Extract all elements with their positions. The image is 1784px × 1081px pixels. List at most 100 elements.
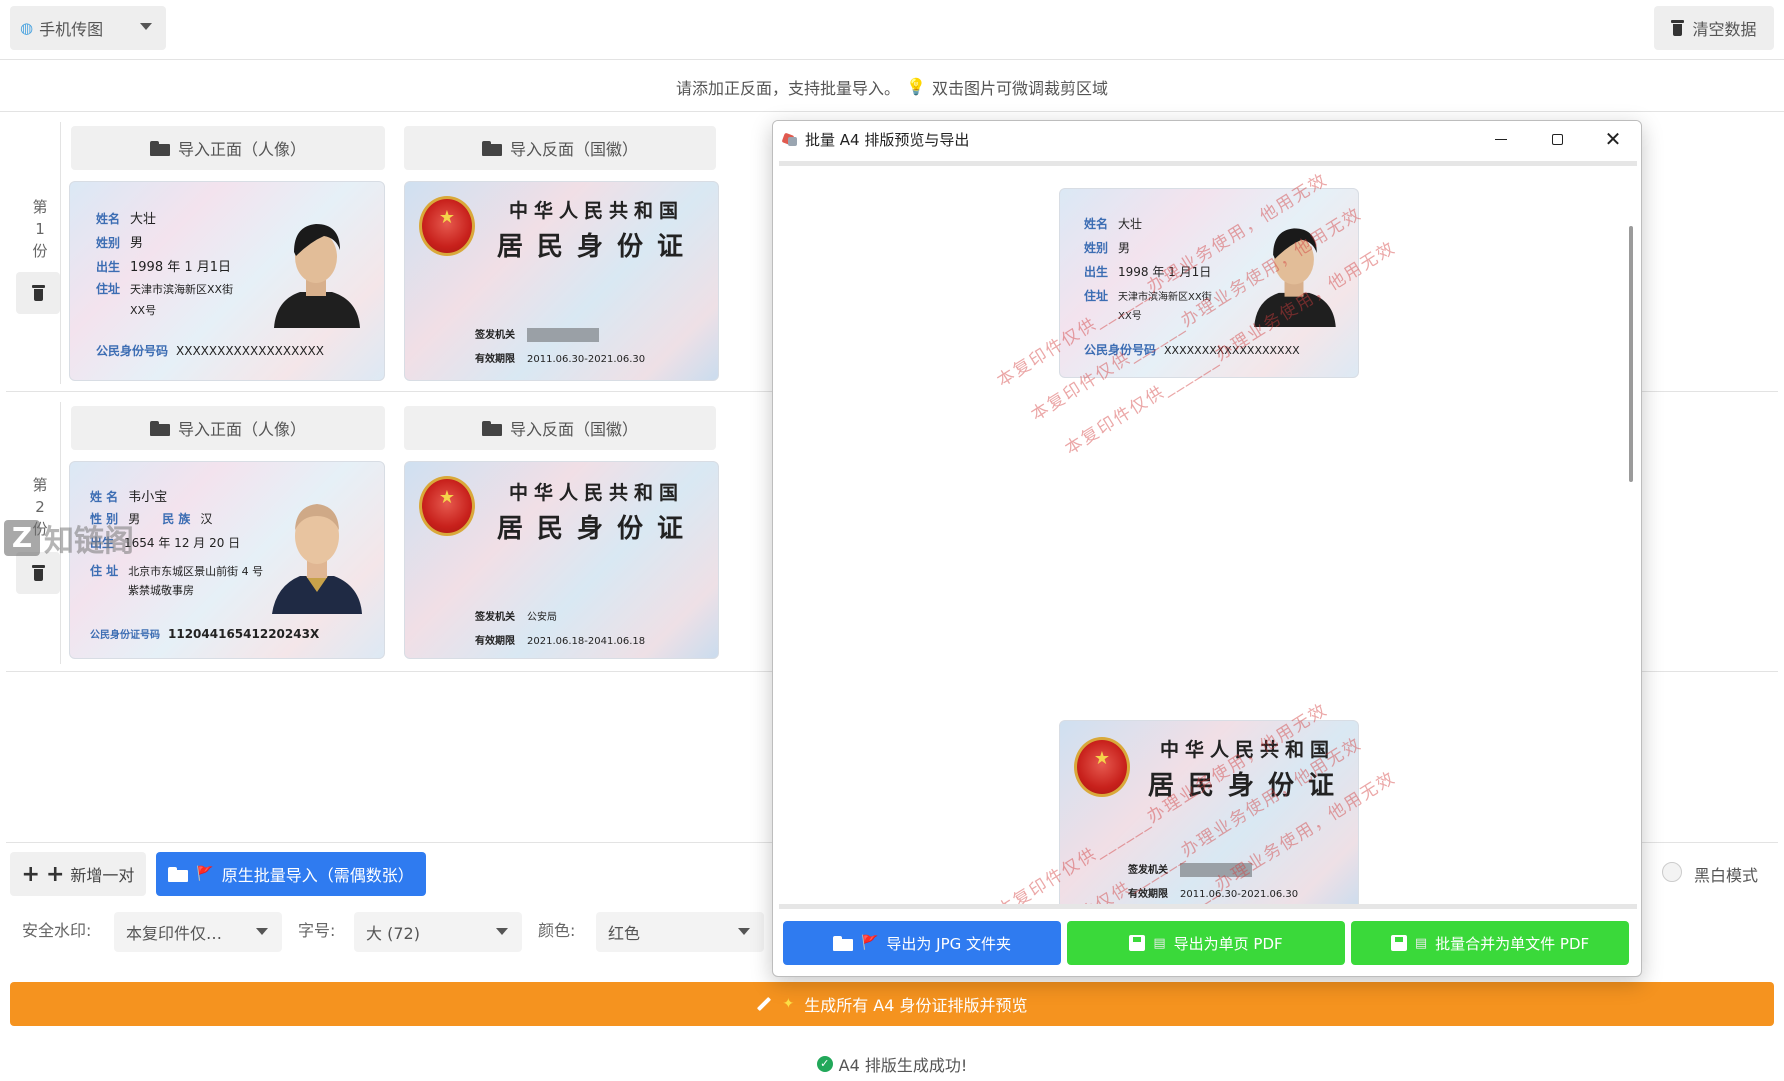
emblem-icon — [419, 476, 475, 536]
generate-preview-label: 生成所有 A4 身份证排版并预览 — [804, 996, 1028, 1015]
pencil-icon — [757, 996, 772, 1012]
font-size-label: 字号: — [298, 921, 336, 940]
color-label: 颜色: — [538, 921, 576, 940]
mode-select[interactable]: ◍ 手机传图 — [10, 6, 166, 50]
mode-select-label: 手机传图 — [39, 20, 104, 39]
preview-scrollbar[interactable] — [1629, 226, 1633, 482]
bulb-icon: 💡 — [906, 77, 926, 96]
pages-icon: ▤ — [1153, 935, 1166, 951]
preview-export-window: 批量 A4 排版预览与导出 ✕ 姓名 大壮 姓别男 出生 1998 年 1 月1日 … — [772, 120, 1642, 977]
id-back-image[interactable]: 中华人民共和国 居民身份证 签发机关公安局 有效期限2021.06.18-204… — [404, 461, 719, 659]
hint-text-crop: 双击图片可微调裁剪区域 — [931, 78, 1108, 98]
hint-bar: 请添加正反面，支持批量导入。 💡 双击图片可微调裁剪区域 — [0, 62, 1784, 112]
delete-pair-button[interactable] — [16, 272, 60, 314]
add-pair-button[interactable]: + + 新增一对 — [10, 852, 146, 896]
sparkle-icon: ✦ — [782, 996, 795, 1012]
redacted-authority — [527, 328, 599, 342]
export-merged-pdf-button[interactable]: ▤ 批量合并为单文件 PDF — [1351, 921, 1629, 965]
hint-text: 请添加正反面，支持批量导入。 — [676, 78, 901, 98]
close-button[interactable]: ✕ — [1585, 121, 1641, 157]
logo-z-mark: Z — [4, 520, 40, 556]
site-watermark-text: 知链阁 — [44, 524, 134, 559]
check-icon: ✓ — [816, 1056, 833, 1072]
id-front-image[interactable]: 姓名 大壮 姓别男 出生 1998 年 1 月1日 住址 天津市滨海新区XX街 XX号… — [69, 181, 385, 381]
id-front-image[interactable]: 姓 名韦小宝 性 别男民 族汉 出生 1654 年 12 月 20 日 住 址北京… — [69, 461, 385, 659]
pages-icon: ▤ — [1414, 935, 1428, 951]
trash-icon — [31, 565, 45, 581]
folder-icon — [481, 420, 502, 436]
top-bar: ◍ 手机传图 清空数据 — [0, 0, 1784, 60]
back-subtitle: 居民身份证 — [497, 232, 698, 262]
maximize-icon — [1551, 133, 1563, 145]
back-title: 中华人民共和国 — [509, 482, 685, 504]
export-single-pdf-button[interactable]: ▤ 导出为单页 PDF — [1067, 921, 1345, 965]
color-select[interactable]: 红色 — [596, 912, 764, 952]
emblem-icon — [1074, 737, 1130, 797]
portrait-photo — [272, 504, 362, 614]
status-message: ✓ A4 排版生成成功! — [0, 1052, 1784, 1076]
validity-line: 有效期限 2011.06.30-2021.06.30 — [475, 354, 646, 365]
card-address-line: 住址 天津市滨海新区XX街 — [96, 282, 234, 296]
maximize-button[interactable] — [1529, 121, 1585, 157]
flag-icon: 🚩 — [860, 935, 879, 951]
window-title: 批量 A4 排版预览与导出 — [805, 130, 970, 149]
export-single-pdf-label: 导出为单页 PDF — [1173, 934, 1283, 953]
trash-icon — [31, 285, 45, 301]
site-watermark-logo: Z 知链阁 — [4, 516, 134, 560]
watermark-select[interactable]: 本复印件仅… — [114, 912, 282, 952]
import-back-label: 导入反面（国徽） — [509, 140, 638, 159]
id-back-image[interactable]: 中华人民共和国 居民身份证 签发机关 有效期限2011.06.30-2021.0… — [404, 181, 719, 381]
folder-icon — [832, 935, 853, 951]
chevron-down-icon — [738, 928, 750, 935]
bw-mode-toggle[interactable] — [1662, 862, 1682, 882]
pair-index-char: 第 — [32, 476, 48, 494]
folder-icon — [168, 866, 189, 882]
close-icon: ✕ — [1604, 127, 1622, 151]
minimize-button[interactable] — [1473, 121, 1529, 157]
import-front-button[interactable]: 导入正面（人像） — [71, 406, 385, 450]
import-front-button[interactable]: 导入正面（人像） — [71, 126, 385, 170]
pair-index-char: 第 — [32, 198, 48, 216]
flag-icon: 🚩 — [196, 866, 214, 882]
native-batch-import-label: 原生批量导入（需偶数张） — [221, 866, 414, 885]
app-icon — [783, 132, 797, 146]
import-front-label: 导入正面（人像） — [177, 420, 306, 439]
export-jpg-button[interactable]: 🚩 导出为 JPG 文件夹 — [783, 921, 1061, 965]
export-jpg-label: 导出为 JPG 文件夹 — [886, 934, 1012, 953]
clear-data-button[interactable]: 清空数据 — [1654, 6, 1774, 50]
clear-data-label: 清空数据 — [1692, 20, 1757, 39]
pair-index-label: 第 1 份 — [20, 196, 60, 262]
font-size-select-value: 大 (72) — [366, 924, 420, 943]
plus-icon: + — [21, 861, 40, 887]
status-text: A4 排版生成成功! — [838, 1056, 968, 1075]
plus-icon: + — [45, 861, 65, 887]
card-sex-line: 姓别男 — [1084, 241, 1131, 255]
card-address-line: 住 址北京市东城区景山前街 4 号 — [90, 564, 264, 578]
pair-index-char: 份 — [32, 242, 48, 260]
import-back-button[interactable]: 导入反面（国徽） — [404, 126, 716, 170]
save-icon — [1390, 935, 1407, 951]
import-back-label: 导入反面（国徽） — [509, 420, 638, 439]
authority-line: 签发机关 公安局 — [475, 612, 557, 623]
font-size-select[interactable]: 大 (72) — [354, 912, 522, 952]
color-select-value: 红色 — [608, 924, 641, 943]
folder-icon — [149, 420, 170, 436]
card-name-line: 姓名 大壮 — [1084, 217, 1143, 231]
back-title: 中华人民共和国 — [509, 200, 685, 222]
native-batch-import-button[interactable]: 🚩 原生批量导入（需偶数张） — [156, 852, 426, 896]
pair-index-number: 2 — [35, 498, 45, 516]
emblem-icon — [419, 196, 475, 256]
export-merged-pdf-label: 批量合并为单文件 PDF — [1435, 934, 1590, 953]
generate-preview-button[interactable]: ✦ 生成所有 A4 身份证排版并预览 — [10, 982, 1774, 1026]
globe-icon: ◍ — [20, 19, 34, 37]
card-address-line-2: XX号 — [130, 304, 157, 317]
add-pair-label: 新增一对 — [70, 866, 135, 885]
a4-preview-area[interactable]: 姓名 大壮 姓别男 出生 1998 年 1 月1日 住址 天津市滨海新区XX街 XX号… — [779, 161, 1637, 909]
card-birth-line: 出生 1998 年 1 月1日 — [96, 260, 232, 275]
card-name-line: 姓 名韦小宝 — [90, 490, 168, 505]
import-back-button[interactable]: 导入反面（国徽） — [404, 406, 716, 450]
import-front-label: 导入正面（人像） — [177, 140, 306, 159]
card-id-line: 公民身份证号码 11204416541220243X — [90, 627, 320, 641]
card-sex-line: 姓别男 — [96, 236, 144, 251]
window-titlebar[interactable]: 批量 A4 排版预览与导出 ✕ — [773, 121, 1641, 157]
